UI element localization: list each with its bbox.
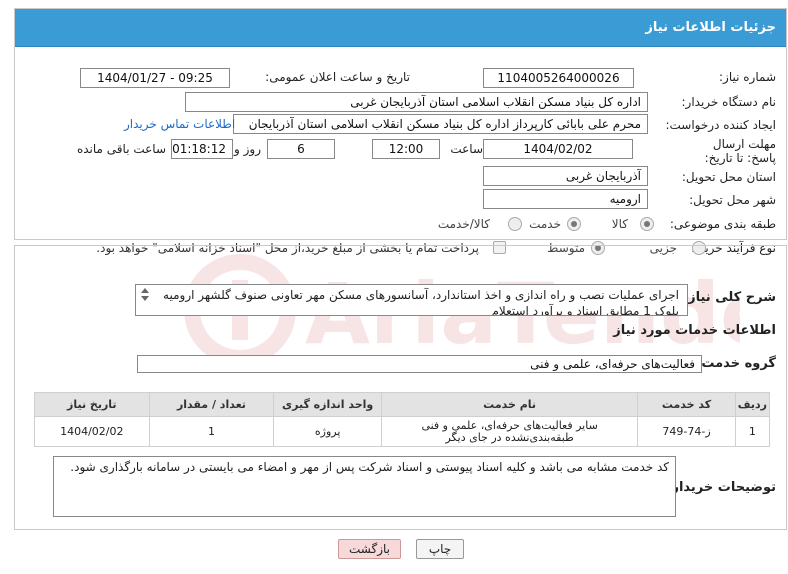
cell-service-name: سایر فعالیت‌های حرفه‌ای، علمی و فنی طبقه… (380, 416, 639, 447)
cell-unit: پروژه (273, 416, 382, 447)
need-number-label: شماره نیاز: (719, 70, 776, 84)
scroll-up-icon[interactable] (141, 288, 149, 293)
deadline-date-field[interactable]: 1404/02/02 (483, 139, 633, 159)
service-group-field[interactable]: فعالیت‌های حرفه‌ای، علمی و فنی (137, 355, 702, 373)
scroll-down-icon[interactable] (141, 296, 149, 301)
category-label: طبقه بندی موضوعی: (669, 217, 776, 231)
print-button[interactable]: چاپ (416, 539, 464, 559)
buyer-notes-textarea[interactable]: کد خدمت مشابه می باشد و کلیه اسناد پیوست… (53, 456, 676, 517)
category-service-label: خدمت (529, 217, 561, 231)
announce-label: تاریخ و ساعت اعلان عمومی: (265, 70, 410, 84)
description-label: شرح کلی نیاز: (682, 290, 776, 305)
table-header-row: ردیف کد خدمت نام خدمت واحد اندازه گیری ت… (34, 392, 771, 417)
deadline-time-label: ساعت (450, 142, 483, 156)
panel-title: جزئیات اطلاعات نیاز (15, 9, 786, 47)
cell-service-code: ز-74-749 (637, 416, 736, 447)
remaining-time-label: ساعت باقی مانده (76, 142, 166, 156)
city-field[interactable]: ارومیه (483, 189, 648, 209)
services-section-title: اطلاعات خدمات مورد نیاز (613, 323, 776, 338)
services-table: ردیف کد خدمت نام خدمت واحد اندازه گیری ت… (34, 392, 771, 447)
col-row-number: ردیف (734, 392, 771, 417)
buyer-notes-label: توضیحات خریدار: (666, 480, 776, 495)
province-field[interactable]: آذربایجان غربی (483, 166, 648, 186)
service-group-label: گروه خدمت: (696, 356, 776, 371)
back-button[interactable]: بازگشت (338, 539, 401, 559)
buyer-contact-link[interactable]: اطلاعات تماس خریدار (124, 117, 235, 131)
need-number-field[interactable]: 1104005264000026 (483, 68, 634, 88)
announce-field[interactable]: 1404/01/27 - 09:25 (80, 68, 230, 88)
col-service-code: کد خدمت (637, 392, 736, 417)
remaining-time-field[interactable]: 01:18:12 (171, 139, 233, 159)
province-label: استان محل تحویل: (681, 170, 776, 184)
deadline-label: مهلت ارسال پاسخ: تا تاریخ: (704, 137, 776, 165)
col-unit: واحد اندازه گیری (273, 392, 382, 417)
cell-need-date: 1404/02/02 (34, 416, 150, 447)
col-need-date: تاریخ نیاز (34, 392, 150, 417)
cell-quantity: 1 (148, 416, 275, 447)
category-goods-service-label: کالا/خدمت (437, 217, 490, 231)
buyer-org-label: نام دستگاه خریدار: (681, 95, 777, 109)
col-service-name: نام خدمت (380, 392, 639, 417)
category-goods-radio[interactable] (640, 217, 654, 231)
category-goods-label: کالا (611, 217, 628, 231)
days-label: روز و (234, 142, 261, 156)
creator-label: ایجاد کننده درخواست: (665, 118, 776, 132)
category-goods-service-radio[interactable] (508, 217, 522, 231)
table-row[interactable]: 1 ز-74-749 سایر فعالیت‌های حرفه‌ای، علمی… (34, 416, 771, 447)
deadline-time-field[interactable]: 12:00 (372, 139, 440, 159)
col-quantity: تعداد / مقدار (148, 392, 275, 417)
days-remaining-field[interactable]: 6 (267, 139, 335, 159)
creator-field[interactable]: محرم علی بابائی کارپرداز اداره کل بنیاد … (233, 114, 648, 134)
cell-row-number: 1 (734, 416, 771, 447)
buyer-org-field[interactable]: اداره کل بنیاد مسکن انقلاب اسلامی استان … (185, 92, 648, 112)
description-textarea[interactable]: اجرای عملیات نصب و راه اندازی و اخذ استا… (135, 284, 688, 316)
city-label: شهر محل تحویل: (689, 193, 776, 207)
category-service-radio[interactable] (567, 217, 581, 231)
